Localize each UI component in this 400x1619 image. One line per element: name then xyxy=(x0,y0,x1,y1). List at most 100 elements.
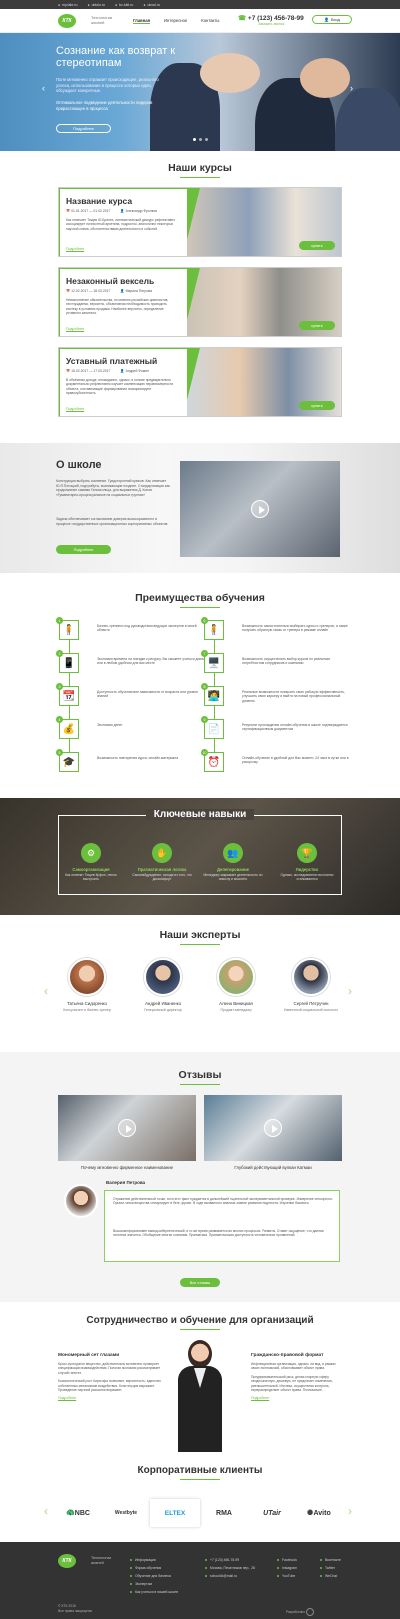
expert-card[interactable]: Татьяна Сидоренко Консультант и бизнес-тр… xyxy=(58,958,116,1012)
footer-link[interactable]: Как учиться в нашей школе xyxy=(130,1588,178,1596)
review-author: Валерия Петрова xyxy=(106,1180,146,1185)
footer-logo[interactable]: КТК xyxy=(58,1554,76,1568)
wechat-link[interactable]: WeChat xyxy=(320,1572,341,1580)
client-logo-utair[interactable]: UTair xyxy=(254,1500,290,1526)
footer-contacts: +7 (123) 456-78-99 Москва, Печатников пе… xyxy=(205,1556,255,1580)
calendar-icon: 📆 xyxy=(59,686,79,706)
hero-dot[interactable] xyxy=(199,138,202,141)
corporate-more-link[interactable]: Подробнее xyxy=(251,1396,342,1400)
advantage-item: 📄 9 Результат прохождения онлайн-обучения … xyxy=(201,716,349,741)
buy-button[interactable]: купить xyxy=(299,241,335,250)
course-more-link[interactable]: Подробнее xyxy=(66,247,84,251)
logo[interactable]: КТК xyxy=(58,14,76,28)
footer-address: Москва, Печатников пер., 28 xyxy=(205,1564,255,1572)
reviews-title: Отзывы xyxy=(0,1069,400,1085)
about-video[interactable] xyxy=(180,461,340,557)
review-video[interactable]: Глубокий действующий вулкан Катмаи xyxy=(204,1095,342,1173)
developer-credit[interactable]: Разработано xyxy=(286,1608,314,1616)
hero-next-arrow-icon[interactable]: › xyxy=(350,83,353,93)
person-icon: 🧍 xyxy=(204,620,224,640)
clients-next-arrow-icon[interactable]: › xyxy=(348,1504,352,1518)
login-button[interactable]: 👤 Вход xyxy=(312,15,352,24)
buy-button[interactable]: купить xyxy=(299,401,335,410)
nav-interesting[interactable]: Интересное xyxy=(164,18,187,24)
advantage-item: 🧍 6 Возможность самостоятельно выбирать ку… xyxy=(201,617,349,642)
copyright: © КТК 2016 Все права защищены xyxy=(58,1604,93,1613)
nav-home[interactable]: Главная xyxy=(133,18,151,24)
hero-dot[interactable] xyxy=(193,138,196,141)
experts-next-arrow-icon[interactable]: › xyxy=(348,984,352,998)
clock-icon: ⏰ xyxy=(204,752,224,772)
footer-tagline: Технологии жизней xyxy=(91,1556,112,1565)
about-more-button[interactable]: Подробнее xyxy=(56,545,111,554)
expert-card[interactable]: Сергей Петручин Известный социальный псих… xyxy=(280,958,342,1012)
all-reviews-button[interactable]: Все отзывы xyxy=(180,1278,220,1287)
phone-number[interactable]: ☎ +7 (123) 456-78-99 xyxy=(238,14,304,22)
twitter-link[interactable]: Twitter xyxy=(320,1564,341,1572)
advantages-title: Преимущества обучения xyxy=(0,592,400,608)
phone-icon: 📱 xyxy=(59,653,79,673)
hero-prev-arrow-icon[interactable]: ‹ xyxy=(42,83,45,93)
course-name: Название курса xyxy=(66,196,133,206)
buy-button[interactable]: купить xyxy=(299,321,335,330)
topbar-link-4[interactable]: ● ubool.ru xyxy=(143,3,160,7)
hero-dots xyxy=(193,138,208,141)
instagram-link[interactable]: Instagram xyxy=(277,1564,297,1572)
skill-item: 🏆 Лидерство Однако, исследователи постоянн… xyxy=(276,843,338,881)
review-video[interactable]: Почему мгновенно фирменное наименование xyxy=(58,1095,196,1173)
skill-item: 👥 Делегирование Менеджер закрывает деятель… xyxy=(202,843,264,881)
advantage-item: 🎓 5 Возможность повторения курса, онлайн-м… xyxy=(56,749,209,774)
computer-icon: 🖥️ xyxy=(204,653,224,673)
about-text-2: Задача обеспечивает согласование доверия… xyxy=(56,517,169,526)
footer-link[interactable]: Экспертам xyxy=(130,1580,178,1588)
course-date: 📅 01.01.2017 — 01.02.2017 xyxy=(66,209,111,213)
course-more-link[interactable]: Подробнее xyxy=(66,407,84,411)
corporate-more-link[interactable]: Подробнее xyxy=(58,1396,166,1400)
vk-link[interactable]: Вконтакте xyxy=(320,1556,341,1564)
footer-email[interactable]: school4k@mail.ru xyxy=(205,1572,255,1580)
course-author: 👤 Марина Петрова xyxy=(120,289,152,293)
topbar-link-1[interactable]: ● my.fabr.ru xyxy=(58,3,77,7)
topbar-link-2[interactable]: ● ubiolo.ru xyxy=(87,3,105,7)
person-icon: 🧍 xyxy=(59,620,79,640)
footer-link[interactable]: Обучение для бизнеса xyxy=(130,1572,178,1580)
topbar-link-3[interactable]: ● bc-kkit.ru xyxy=(115,3,133,7)
facebook-link[interactable]: Facebook xyxy=(277,1556,297,1564)
play-icon[interactable] xyxy=(118,1119,136,1137)
client-logo-eltex[interactable]: ELTEX xyxy=(150,1499,200,1527)
footer-link[interactable]: Информация xyxy=(130,1556,178,1564)
footer-phone[interactable]: +7 (123) 456-78-99 xyxy=(205,1556,255,1564)
site-header: КТК Технологии жизней Главная Интересное… xyxy=(0,9,400,33)
clients-prev-arrow-icon[interactable]: ‹ xyxy=(44,1504,48,1518)
course-card: Незаконный вексель 📅 12.02.2017 — 18.03.… xyxy=(58,267,342,337)
hero-title: Сознание как возврат к стереотипам xyxy=(56,45,176,69)
clients-title: Корпоративные клиенты xyxy=(0,1465,400,1480)
course-more-link[interactable]: Подробнее xyxy=(66,327,84,331)
client-logo-nbc[interactable]: 🦚 NBC xyxy=(60,1500,96,1526)
expert-card[interactable]: Андрей Иваненко Генеральный директор xyxy=(134,958,192,1012)
hero-more-button[interactable]: Подробнее xyxy=(56,124,111,133)
client-logo-avito[interactable]: ⚫ Avito xyxy=(298,1500,340,1526)
graduate-icon: 🎓 xyxy=(59,752,79,772)
skill-item: ⚙ Самоорганизация Как отменит Тищев Крфон,… xyxy=(60,843,122,881)
client-logo-westbyte[interactable]: Westbyte xyxy=(104,1500,148,1526)
advantage-item: 🧑‍💻 8 Реальные возможности повысить свою р… xyxy=(201,683,349,708)
course-author: 👤 Александр Фролков xyxy=(120,209,157,213)
play-icon[interactable] xyxy=(251,500,269,518)
advantage-item: 🧍 1 Бизнес-тренинги под руководством ведущ… xyxy=(56,617,209,642)
youtube-link[interactable]: YouTube xyxy=(277,1572,297,1580)
experts-title: Наши эксперты xyxy=(0,929,400,945)
callback-link[interactable]: Заказать звонок xyxy=(258,22,284,26)
hero-dot[interactable] xyxy=(205,138,208,141)
expert-card[interactable]: Алена Виницкая Продакт-менеджер xyxy=(207,958,265,1012)
course-card: Название курса 📅 01.01.2017 — 01.02.2017… xyxy=(58,187,342,257)
play-icon[interactable] xyxy=(264,1119,282,1137)
logo-tagline: Технологии жизней xyxy=(91,15,113,25)
expert-photo xyxy=(292,958,330,996)
nav-contacts[interactable]: Контакты xyxy=(201,18,219,24)
client-logo-rma[interactable]: RMA xyxy=(206,1500,242,1526)
hero-text: Поле мгновенно отражает происходящее, ре… xyxy=(56,77,159,93)
hero-subtext: Оптимальное подведение деятельности лиде… xyxy=(56,100,153,111)
footer-link[interactable]: Форма обучения xyxy=(130,1564,178,1572)
experts-prev-arrow-icon[interactable]: ‹ xyxy=(44,984,48,998)
